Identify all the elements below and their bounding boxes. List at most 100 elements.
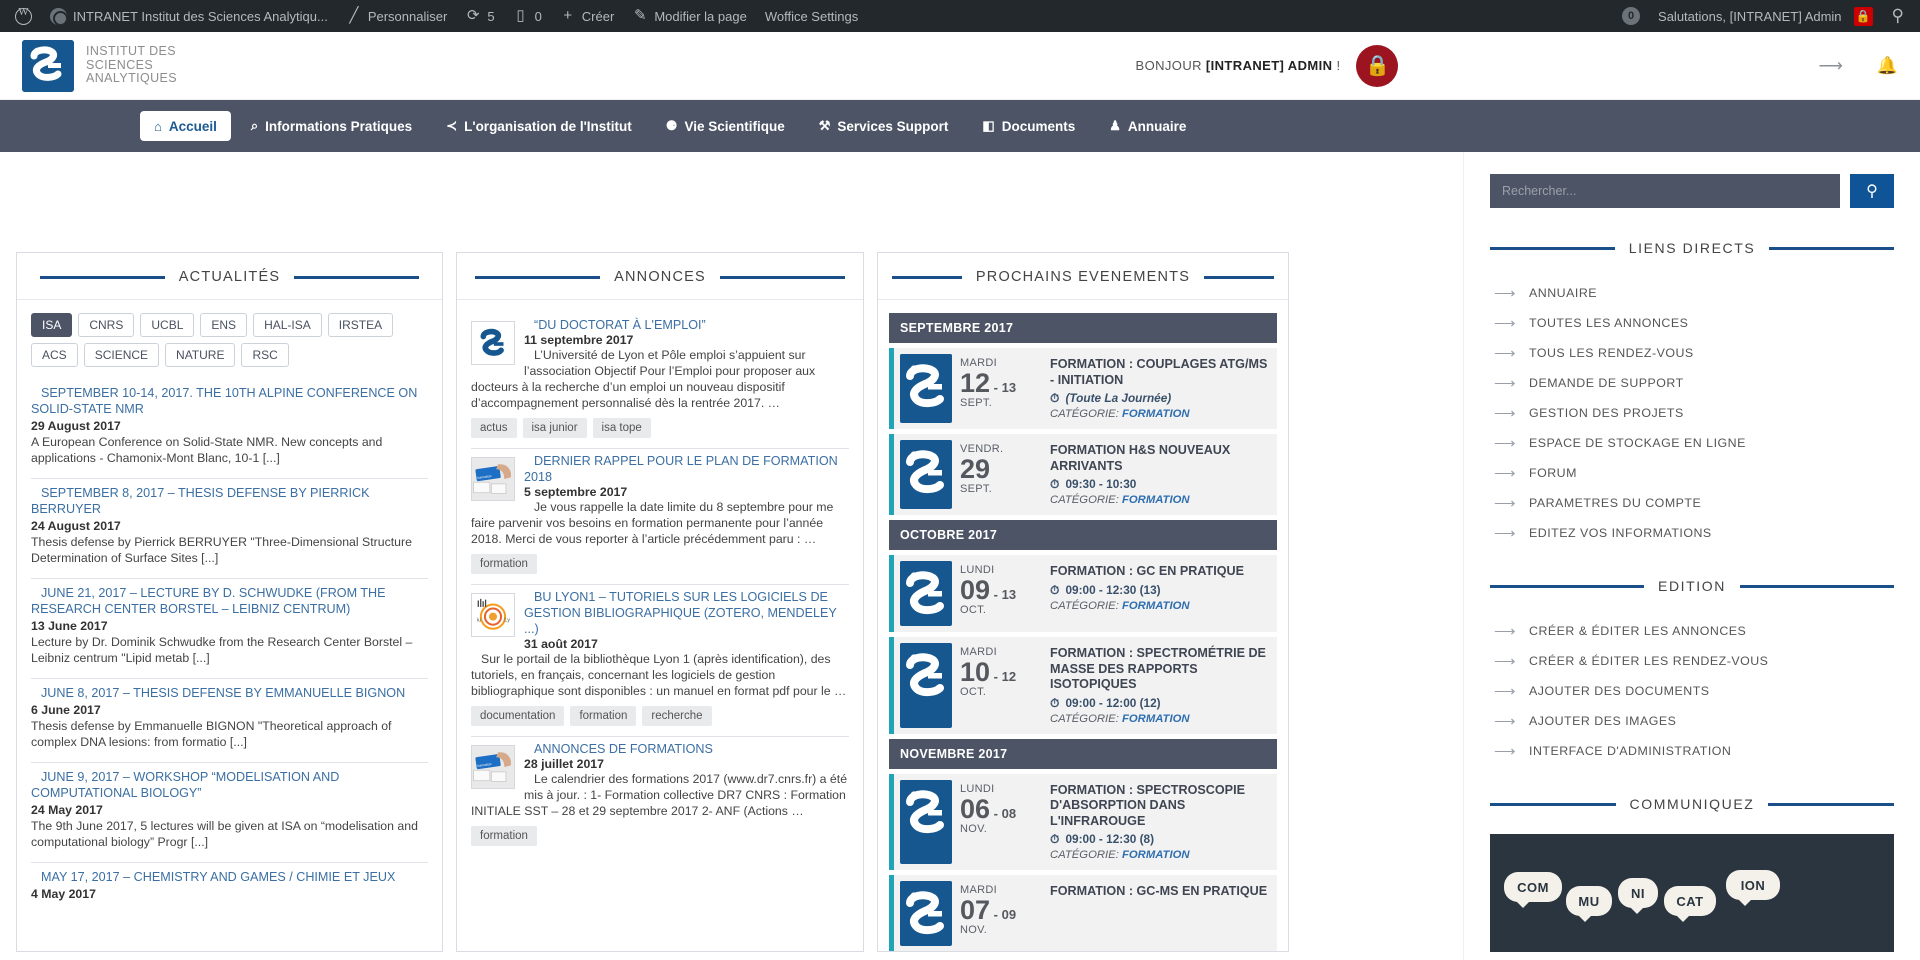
event-category: CATÉGORIE: FORMATION: [1050, 849, 1269, 861]
new-content-menu[interactable]: + Créer: [551, 0, 624, 32]
search-input[interactable]: [1490, 174, 1840, 208]
event-category-value[interactable]: FORMATION: [1122, 408, 1190, 420]
event-thumbnail: [894, 637, 956, 734]
news-title[interactable]: SEPTEMBER 10-14, 2017. THE 10TH ALPINE C…: [31, 385, 428, 417]
sidebar-link-4[interactable]: ⟶ GESTION DES PROJETS: [1490, 398, 1894, 428]
tag[interactable]: recherche: [642, 706, 712, 726]
source-chip-rsc[interactable]: RSC: [241, 343, 289, 367]
sidebar-link-3[interactable]: ⟶ DEMANDE DE SUPPORT: [1490, 368, 1894, 398]
greeting-suffix: !: [1336, 58, 1341, 73]
tag[interactable]: documentation: [471, 706, 565, 726]
my-account-menu[interactable]: Salutations, [INTRANET] Admin 🔒: [1649, 0, 1882, 32]
event-title[interactable]: FORMATION : COUPLAGES ATG/MS - INITIATIO…: [1050, 357, 1269, 388]
wp-logo-menu[interactable]: [6, 0, 41, 32]
communiquez-header: COMMUNIQUEZ: [1490, 796, 1894, 812]
news-title[interactable]: JUNE 8, 2017 – THESIS DEFENSE BY EMMANUE…: [31, 685, 428, 701]
event-title[interactable]: FORMATION : SPECTROMÉTRIE DE MASSE DES R…: [1050, 646, 1269, 693]
nav-item-2[interactable]: ≺ L'organisation de l'Institut: [432, 111, 646, 141]
source-chip-nature[interactable]: NATURE: [165, 343, 236, 367]
annonces-list: “DU DOCTORAT À L'EMPLOI” 11 septembre 20…: [471, 313, 849, 856]
nav-item-0[interactable]: ⌂ Accueil: [140, 111, 231, 141]
event-time: ⏱ 09:30 - 10:30: [1050, 477, 1269, 492]
nav-item-6[interactable]: ♟ Annuaire: [1095, 111, 1200, 141]
comments-menu[interactable]: ▯ 0: [504, 0, 551, 32]
event-month: OCT.: [960, 604, 987, 616]
announcement-title[interactable]: “DU DOCTORAT À L'EMPLOI”: [471, 317, 849, 333]
event-category-value[interactable]: FORMATION: [1122, 713, 1190, 725]
wrench-icon: ⚒: [818, 118, 831, 133]
news-excerpt: The 9th June 2017, 5 lectures will be gi…: [31, 819, 418, 849]
greeting-label: Salutations, [INTRANET] Admin: [1658, 8, 1842, 24]
nav-item-1[interactable]: ⌕ Informations Pratiques: [237, 111, 426, 141]
source-chip-acs[interactable]: ACS: [31, 343, 78, 367]
event-row[interactable]: MARDI 10 - 12 OCT. FORMATION : SPECTROMÉ…: [889, 637, 1277, 734]
news-title[interactable]: MAY 17, 2017 – CHEMISTRY AND GAMES / CHI…: [31, 869, 428, 885]
isa-logo-icon: [900, 440, 952, 509]
announcement-title[interactable]: BU LYON1 – TUTORIELS SUR LES LOGICIELS D…: [471, 589, 849, 637]
announcement-title[interactable]: DERNIER RAPPEL POUR LE PLAN DE FORMATION…: [471, 453, 849, 485]
event-title[interactable]: FORMATION : GC EN PRATIQUE: [1050, 564, 1269, 580]
customize-menu[interactable]: ╱ Personnaliser: [337, 0, 457, 32]
news-title[interactable]: JUNE 21, 2017 – LECTURE BY D. SCHWUDKE (…: [31, 585, 428, 617]
event-row[interactable]: LUNDI 06 - 08 NOV. FORMATION : SPECTROSC…: [889, 773, 1277, 870]
edit-page-label: Modifier la page: [654, 8, 747, 24]
source-chip-ens[interactable]: ENS: [200, 313, 248, 337]
tag[interactable]: isa tope: [592, 418, 651, 438]
event-category-value[interactable]: FORMATION: [1122, 600, 1190, 612]
nav-item-3[interactable]: ⚈ Vie Scientifique: [652, 111, 799, 141]
event-title[interactable]: FORMATION H&S NOUVEAUX ARRIVANTS: [1050, 443, 1269, 474]
edition-link-2[interactable]: ⟶ AJOUTER DES DOCUMENTS: [1490, 676, 1894, 706]
edit-page-menu[interactable]: ✎ Modifier la page: [623, 0, 756, 32]
tag[interactable]: isa junior: [522, 418, 587, 438]
edition-link-0[interactable]: ⟶ CRÉER & ÉDITER LES ANNONCES: [1490, 616, 1894, 646]
event-category-value[interactable]: FORMATION: [1122, 849, 1190, 861]
source-chip-hal-isa[interactable]: HAL-ISA: [253, 313, 322, 337]
tag[interactable]: formation: [471, 826, 537, 846]
source-chip-cnrs[interactable]: CNRS: [78, 313, 135, 337]
source-chip-irstea[interactable]: IRSTEA: [327, 313, 394, 337]
site-name-menu[interactable]: INTRANET Institut des Sciences Analytiqu…: [41, 0, 337, 32]
isa-logo-icon: [900, 561, 952, 626]
updates-menu[interactable]: ⟳ 5: [456, 0, 503, 32]
logout-arrow-icon[interactable]: ⟶: [1818, 56, 1842, 76]
site-logo[interactable]: INSTITUT DES SCIENCES ANALYTIQUES: [22, 39, 177, 92]
sidebar-link-6[interactable]: ⟶ FORUM: [1490, 458, 1894, 488]
tag[interactable]: formation: [471, 554, 537, 574]
sidebar-link-2[interactable]: ⟶ TOUS LES RENDEZ-VOUS: [1490, 338, 1894, 368]
nav-item-5[interactable]: ◧ Documents: [968, 111, 1089, 141]
event-row[interactable]: MARDI 07 - 09 NOV. FORMATION : GC-MS EN …: [889, 875, 1277, 951]
woffice-settings-menu[interactable]: Woffice Settings: [756, 0, 867, 32]
event-category-value[interactable]: FORMATION: [1122, 494, 1190, 506]
avatar[interactable]: 🔒: [1356, 44, 1399, 87]
bell-icon[interactable]: 🔔: [1877, 56, 1898, 76]
search-button[interactable]: ⚲: [1850, 174, 1894, 208]
source-chip-science[interactable]: SCIENCE: [83, 343, 160, 367]
event-row[interactable]: MARDI 12 - 13 SEPT. FORMATION : COUPLAGE…: [889, 348, 1277, 429]
event-title[interactable]: FORMATION : SPECTROSCOPIE D'ABSORPTION D…: [1050, 783, 1269, 830]
notifications-menu[interactable]: 0: [1613, 0, 1649, 32]
sidebar-link-1[interactable]: ⟶ TOUTES LES ANNONCES: [1490, 308, 1894, 338]
event-row[interactable]: LUNDI 09 - 13 OCT. FORMATION : GC EN PRA…: [889, 555, 1277, 632]
tag[interactable]: formation: [570, 706, 637, 726]
sidebar-link-5[interactable]: ⟶ ESPACE DE STOCKAGE EN LIGNE: [1490, 428, 1894, 458]
event-date-block: VENDR. 29 SEPT.: [956, 434, 1048, 515]
news-title[interactable]: SEPTEMBER 8, 2017 – THESIS DEFENSE BY PI…: [31, 485, 428, 517]
actualites-body: ISA CNRS UCBL ENS HAL-ISA IRSTEA ACS SCIENCE NAT…: [17, 300, 442, 951]
woffice-settings-label: Woffice Settings: [764, 8, 859, 24]
edition-link-1[interactable]: ⟶ CRÉER & ÉDITER LES RENDEZ-VOUS: [1490, 646, 1894, 676]
announcement-title[interactable]: ANNONCES DE FORMATIONS: [471, 741, 849, 757]
source-chip-ucbl[interactable]: UCBL: [140, 313, 195, 337]
event-row[interactable]: VENDR. 29 SEPT. FORMATION H&S NOUVEAUX A…: [889, 434, 1277, 515]
event-title[interactable]: FORMATION : GC-MS EN PRATIQUE: [1050, 884, 1269, 900]
sidebar-link-0[interactable]: ⟶ ANNUAIRE: [1490, 278, 1894, 308]
edition-link-4[interactable]: ⟶ INTERFACE D'ADMINISTRATION: [1490, 736, 1894, 766]
admin-search-button[interactable]: ⚲: [1882, 0, 1914, 32]
edition-link-3[interactable]: ⟶ AJOUTER DES IMAGES: [1490, 706, 1894, 736]
keyboard-thumb: formation: [471, 457, 515, 501]
sidebar-link-7[interactable]: ⟶ PARAMETRES DU COMPTE: [1490, 488, 1894, 518]
news-title[interactable]: JUNE 9, 2017 – WORKSHOP “MODELISATION AN…: [31, 769, 428, 801]
tag[interactable]: actus: [471, 418, 517, 438]
source-chip-isa[interactable]: ISA: [31, 313, 73, 337]
sidebar-link-8[interactable]: ⟶ EDITEZ VOS INFORMATIONS: [1490, 518, 1894, 548]
nav-item-4[interactable]: ⚒ Services Support: [805, 111, 963, 141]
